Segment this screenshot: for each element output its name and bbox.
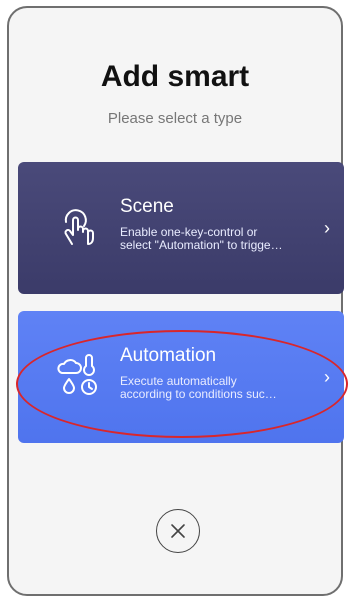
scene-title: Scene xyxy=(120,196,174,217)
page-subtitle: Please select a type xyxy=(107,110,243,127)
chevron-right-icon: › xyxy=(324,218,330,238)
automation-card[interactable]: Automation Execute automatically accordi… xyxy=(18,311,344,443)
add-smart-dialog: Add smart Please select a type xyxy=(7,6,343,596)
automation-description: Execute automatically according to condi… xyxy=(120,375,277,401)
chevron-right-icon: › xyxy=(324,367,330,387)
automation-title: Automation xyxy=(120,345,217,366)
scene-description: Enable one-key-control or select "Automa… xyxy=(120,226,283,252)
scene-card[interactable]: Scene Enable one-key-control or select "… xyxy=(18,162,344,294)
page-title: Add smart xyxy=(100,60,250,93)
close-button[interactable] xyxy=(156,509,200,553)
weather-clock-icon xyxy=(57,354,97,395)
close-icon xyxy=(171,524,185,538)
tap-hand-icon xyxy=(64,209,94,245)
